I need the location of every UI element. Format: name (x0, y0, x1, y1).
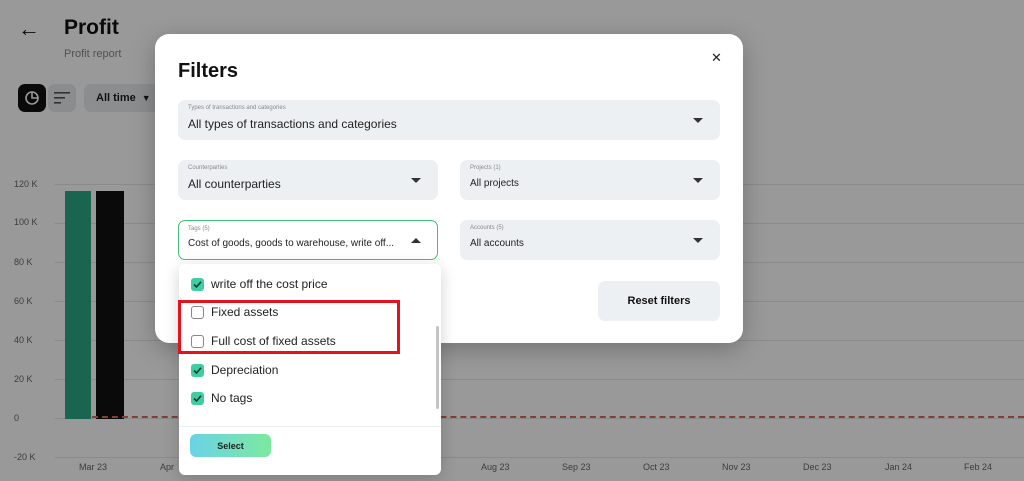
counterparties-select[interactable]: Counterparties All counterparties (178, 160, 438, 200)
tag-option[interactable]: Depreciation (191, 360, 278, 380)
caret-down-icon (411, 178, 421, 183)
check-icon (193, 280, 202, 288)
select-button[interactable]: Select (190, 434, 271, 457)
caret-down-icon (693, 238, 703, 243)
caret-down-icon (693, 118, 703, 123)
tag-option[interactable]: No tags (191, 388, 252, 408)
modal-title: Filters (178, 60, 239, 82)
tags-dropdown: write off the cost price Fixed assets Fu… (179, 264, 441, 475)
tags-select[interactable]: Tags (5) Cost of goods, goods to warehou… (178, 220, 438, 260)
field-value: All accounts (470, 238, 524, 249)
divider (179, 426, 441, 427)
caret-down-icon (693, 178, 703, 183)
field-label: Counterparties (188, 165, 228, 171)
field-label: Types of transactions and categories (188, 105, 286, 111)
checkbox-checked[interactable] (191, 391, 204, 405)
checkbox-checked[interactable] (191, 363, 204, 377)
field-label: Accounts (5) (470, 225, 504, 231)
reset-filters-button[interactable]: Reset filters (598, 281, 720, 321)
field-value: All types of transactions and categories (188, 117, 397, 131)
annotation-highlight-box (178, 300, 400, 354)
check-icon (193, 394, 202, 402)
field-value: All counterparties (188, 177, 281, 191)
field-value: All projects (470, 178, 519, 189)
checkbox-checked[interactable] (191, 277, 204, 291)
caret-up-icon (411, 238, 421, 243)
field-label: Tags (5) (188, 226, 210, 232)
field-value: Cost of goods, goods to warehouse, write… (188, 238, 395, 249)
field-label: Projects (1) (470, 165, 501, 171)
dropdown-scrollbar[interactable] (436, 326, 439, 409)
projects-select[interactable]: Projects (1) All projects (460, 160, 720, 200)
tag-option-label: No tags (211, 391, 253, 405)
tag-option-label: Depreciation (211, 363, 279, 377)
types-categories-select[interactable]: Types of transactions and categories All… (178, 100, 720, 140)
tag-option[interactable]: write off the cost price (191, 274, 328, 294)
close-icon[interactable]: ✕ (711, 50, 722, 66)
accounts-select[interactable]: Accounts (5) All accounts (460, 220, 720, 260)
tag-option-label: write off the cost price (211, 277, 328, 291)
check-icon (193, 366, 202, 374)
